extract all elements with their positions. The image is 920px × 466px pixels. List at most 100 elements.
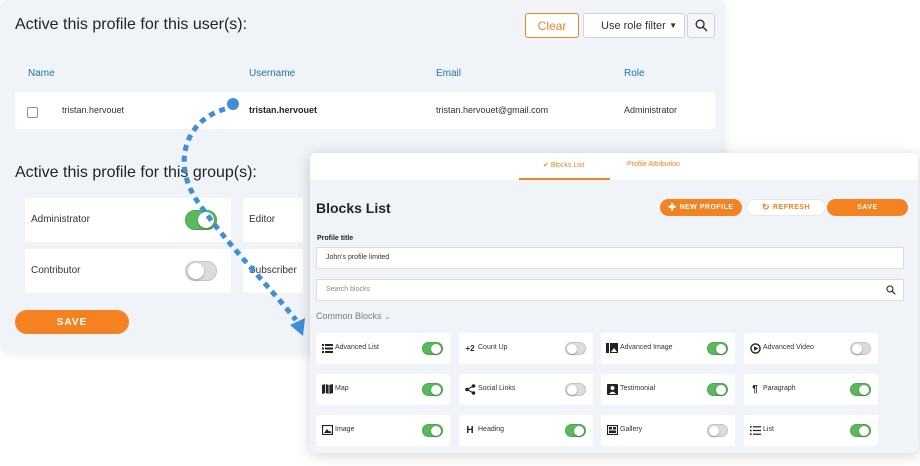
- block-item-testimonial: Testimonial: [601, 374, 735, 405]
- tab-blocks-list[interactable]: ✔ Blocks List: [543, 161, 584, 169]
- new-profile-label: NEW PROFILE: [679, 204, 734, 211]
- blocks-list-panel: ✔ Blocks List Profile Attribution Blocks…: [310, 153, 918, 453]
- heading-icon: H: [466, 424, 474, 436]
- clear-button[interactable]: Clear: [525, 13, 579, 38]
- block-item-heading: H Heading: [459, 415, 593, 446]
- column-header-role[interactable]: Role: [624, 68, 645, 79]
- profile-title-label: Profile title: [317, 235, 354, 242]
- block-toggle-testimonial[interactable]: [707, 383, 728, 396]
- count-up-icon: +2: [465, 343, 475, 353]
- save-profile-button[interactable]: SAVE: [827, 199, 908, 216]
- group-item-administrator: Administrator: [25, 198, 231, 242]
- block-label: Image: [335, 426, 355, 433]
- image-gallery-icon: [606, 342, 618, 354]
- toggle-knob: [859, 385, 869, 395]
- block-label: Advanced List: [335, 344, 379, 351]
- block-toggle-paragraph[interactable]: [850, 383, 871, 396]
- block-toggle-social-links[interactable]: [565, 383, 586, 396]
- group-item-contributor: Contributor: [25, 249, 231, 293]
- block-toggle-count-up[interactable]: [565, 342, 586, 355]
- save-groups-button[interactable]: SAVE: [15, 310, 129, 334]
- person-icon: [606, 383, 618, 395]
- gallery-icon: [606, 424, 618, 436]
- block-label: Social Links: [478, 385, 516, 392]
- block-item-list: List: [744, 415, 878, 446]
- block-toggle-list[interactable]: [850, 424, 871, 437]
- chevron-down-icon: ⌄: [384, 314, 391, 321]
- refresh-icon: ↻: [762, 202, 771, 212]
- block-toggle-gallery[interactable]: [707, 424, 728, 437]
- category-header-common-blocks[interactable]: Common Blocks ⌄: [316, 311, 390, 321]
- block-toggle-advanced-video[interactable]: [850, 342, 871, 355]
- column-header-name[interactable]: Name: [28, 68, 55, 79]
- block-item-gallery: Gallery: [601, 415, 735, 446]
- block-label: Heading: [478, 426, 505, 433]
- group-label: Administrator: [31, 214, 90, 225]
- column-header-email[interactable]: Email: [436, 68, 461, 79]
- list-icon: [321, 342, 333, 354]
- group-toggle-administrator[interactable]: [185, 210, 217, 230]
- block-label: Advanced Video: [763, 344, 814, 351]
- block-item-count-up: +2 Count Up: [459, 333, 593, 364]
- search-icon: [886, 285, 896, 295]
- map-icon: [321, 383, 333, 395]
- block-label: List: [763, 426, 774, 433]
- block-label: Count Up: [478, 344, 508, 351]
- image-icon: [321, 424, 333, 436]
- search-icon: [695, 19, 707, 32]
- block-item-image: Image: [316, 415, 450, 446]
- user-name: tristan.hervouet: [62, 105, 125, 115]
- block-label: Map: [335, 385, 349, 392]
- block-label: Advanced Image: [620, 344, 673, 351]
- tab-profile-attribution[interactable]: Profile Attribution: [627, 161, 680, 168]
- toggle-knob: [567, 344, 577, 354]
- category-label: Common Blocks: [316, 311, 382, 321]
- block-label: Gallery: [620, 426, 643, 433]
- group-item-editor: Editor: [243, 198, 303, 242]
- refresh-button[interactable]: ↻ REFRESH: [746, 199, 826, 216]
- block-toggle-image[interactable]: [422, 424, 443, 437]
- tab-label: Blocks List: [550, 162, 585, 169]
- new-profile-button[interactable]: ✚ NEW PROFILE: [660, 199, 742, 216]
- block-toggle-advanced-image[interactable]: [707, 342, 728, 355]
- block-label: Testimonial: [620, 385, 656, 392]
- group-item-subscriber: Subscriber: [243, 249, 303, 293]
- role-filter-select[interactable]: Use role filter ▼: [583, 13, 685, 38]
- toggle-knob: [198, 212, 214, 228]
- toggle-knob: [852, 344, 862, 354]
- user-username: tristan.hervouet: [249, 105, 318, 115]
- block-toggle-advanced-list[interactable]: [422, 342, 443, 355]
- toggle-knob: [716, 385, 726, 395]
- search-blocks-input[interactable]: Search blocks: [316, 279, 904, 301]
- block-item-map: Map: [316, 374, 450, 405]
- toggle-knob: [709, 426, 719, 436]
- row-checkbox[interactable]: [27, 107, 38, 118]
- toggle-knob: [574, 426, 584, 436]
- block-label: Paragraph: [763, 385, 796, 392]
- table-row: tristan.hervouet tristan.hervouet trista…: [15, 92, 715, 129]
- block-toggle-map[interactable]: [422, 383, 443, 396]
- group-label: Subscriber: [249, 265, 297, 276]
- block-toggle-heading[interactable]: [565, 424, 586, 437]
- refresh-label: REFRESH: [773, 204, 810, 211]
- share-icon: [464, 383, 476, 395]
- column-header-username[interactable]: Username: [249, 68, 295, 79]
- user-role: Administrator: [624, 105, 678, 115]
- plus-icon: ✚: [668, 202, 677, 212]
- active-tab-indicator: [519, 178, 610, 180]
- play-icon: [749, 342, 761, 354]
- toggle-knob: [567, 385, 577, 395]
- toggle-knob: [431, 344, 441, 354]
- group-toggle-contributor[interactable]: [185, 261, 217, 281]
- profile-title-input[interactable]: John's profile limited: [316, 247, 904, 269]
- users-section-title: Active this profile for this user(s):: [15, 16, 248, 33]
- block-item-advanced-image: Advanced Image: [601, 333, 735, 364]
- block-item-paragraph: ¶ Paragraph: [744, 374, 878, 405]
- group-label: Editor: [249, 214, 276, 225]
- paragraph-icon: ¶: [752, 383, 758, 395]
- search-button[interactable]: [687, 13, 715, 38]
- list-icon: [749, 424, 761, 436]
- page-title: Blocks List: [316, 200, 391, 216]
- block-item-social-links: Social Links: [459, 374, 593, 405]
- toggle-knob: [188, 263, 204, 279]
